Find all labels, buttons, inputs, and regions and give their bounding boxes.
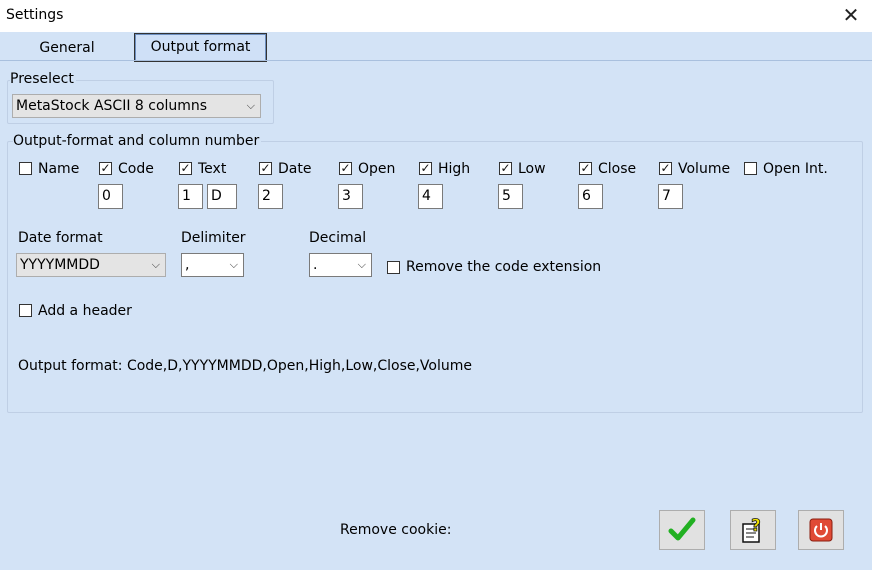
low-checkbox[interactable]: ✓	[499, 162, 512, 175]
delimiter-dropdown[interactable]: , ⌵	[181, 253, 244, 277]
decimal-dropdown[interactable]: . ⌵	[309, 253, 372, 277]
tab-general[interactable]: General	[2, 35, 132, 61]
delimiter-label: Delimiter	[181, 230, 246, 246]
chevron-down-icon: ⌵	[151, 258, 160, 271]
remove-cookie-label: Remove cookie:	[340, 522, 452, 538]
code-column-number[interactable]: 0	[98, 184, 123, 209]
close-column-number[interactable]: 6	[578, 184, 603, 209]
code-label: Code	[118, 161, 154, 177]
chevron-down-icon: ⌵	[229, 258, 238, 271]
add-header-checkbox[interactable]	[19, 304, 32, 317]
svg-text:?: ?	[751, 516, 761, 536]
window-title: Settings	[6, 7, 64, 23]
tab-divider	[0, 60, 872, 61]
delimiter-value: ,	[185, 257, 190, 273]
add-header-label: Add a header	[38, 303, 132, 319]
date-format-dropdown[interactable]: YYYYMMDD ⌵	[16, 253, 166, 277]
high-column-number[interactable]: 4	[418, 184, 443, 209]
text-value-field[interactable]: D	[207, 184, 237, 209]
date-column-number[interactable]: 2	[258, 184, 283, 209]
date-label: Date	[278, 161, 312, 177]
power-icon	[809, 518, 833, 542]
close-checkbox[interactable]: ✓	[579, 162, 592, 175]
preselect-dropdown[interactable]: MetaStock ASCII 8 columns ⌵	[12, 94, 261, 118]
output-format-group-label: Output-format and column number	[13, 133, 262, 149]
remove-code-extension-label: Remove the code extension	[406, 259, 602, 275]
tab-output-format[interactable]: Output format	[134, 33, 267, 62]
high-checkbox[interactable]: ✓	[419, 162, 432, 175]
volume-column-number[interactable]: 7	[658, 184, 683, 209]
close-label: Close	[598, 161, 637, 177]
high-label: High	[438, 161, 471, 177]
open-int-label: Open Int.	[763, 161, 828, 177]
decimal-label: Decimal	[309, 230, 367, 246]
volume-label: Volume	[678, 161, 731, 177]
remove-code-extension-checkbox[interactable]	[387, 261, 400, 274]
open-label: Open	[358, 161, 396, 177]
open-checkbox[interactable]: ✓	[339, 162, 352, 175]
name-checkbox[interactable]	[19, 162, 32, 175]
open-column-number[interactable]: 3	[338, 184, 363, 209]
exit-button[interactable]	[798, 510, 844, 550]
text-checkbox[interactable]: ✓	[179, 162, 192, 175]
date-checkbox[interactable]: ✓	[259, 162, 272, 175]
chevron-down-icon: ⌵	[246, 99, 255, 112]
low-column-number[interactable]: 5	[498, 184, 523, 209]
title-bar	[0, 0, 872, 32]
decimal-value: .	[313, 257, 318, 273]
low-label: Low	[518, 161, 546, 177]
date-format-value: YYYYMMDD	[20, 257, 100, 273]
close-icon[interactable]: ✕	[842, 4, 860, 26]
checkmark-icon	[668, 517, 696, 541]
preselect-label: Preselect	[10, 71, 76, 87]
help-button[interactable]: ?	[730, 510, 776, 550]
ok-button[interactable]	[659, 510, 705, 550]
chevron-down-icon: ⌵	[357, 258, 366, 271]
date-format-label: Date format	[18, 230, 103, 246]
code-checkbox[interactable]: ✓	[99, 162, 112, 175]
text-column-number[interactable]: 1	[178, 184, 203, 209]
output-format-summary: Output format: Code,D,YYYYMMDD,Open,High…	[18, 358, 473, 374]
text-label: Text	[198, 161, 227, 177]
volume-checkbox[interactable]: ✓	[659, 162, 672, 175]
preselect-value: MetaStock ASCII 8 columns	[16, 98, 208, 114]
open-int-checkbox[interactable]	[744, 162, 757, 175]
name-label: Name	[38, 161, 80, 177]
help-icon: ?	[742, 516, 761, 543]
